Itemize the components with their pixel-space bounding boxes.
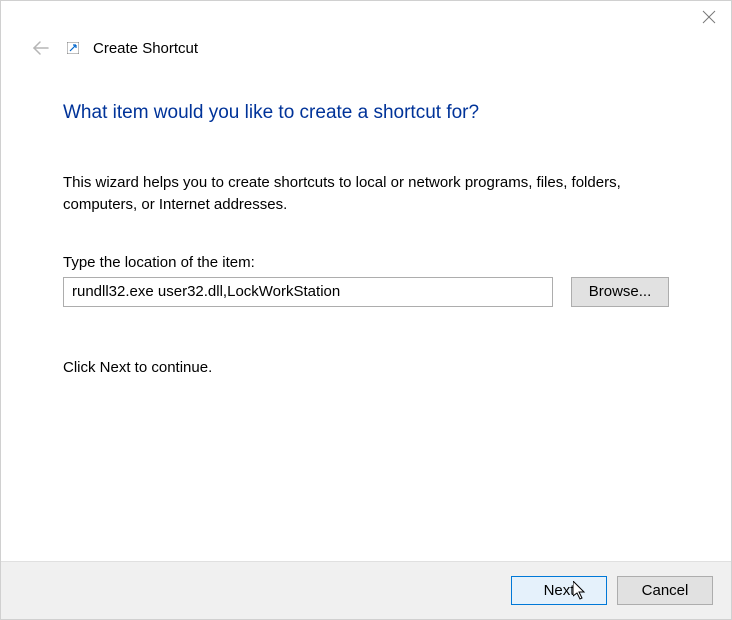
content-area: What item would you like to create a sho… bbox=[1, 58, 731, 561]
dialog-title: Create Shortcut bbox=[93, 40, 198, 57]
wizard-heading: What item would you like to create a sho… bbox=[63, 102, 669, 124]
location-input[interactable] bbox=[63, 277, 553, 307]
cancel-button[interactable]: Cancel bbox=[617, 576, 713, 605]
shortcut-icon bbox=[65, 40, 81, 56]
location-label: Type the location of the item: bbox=[63, 254, 669, 271]
create-shortcut-dialog: Create Shortcut What item would you like… bbox=[0, 0, 732, 620]
back-arrow-icon bbox=[31, 38, 51, 58]
dialog-footer: Next Cancel bbox=[1, 561, 731, 619]
wizard-description: This wizard helps you to create shortcut… bbox=[63, 172, 669, 216]
location-input-row: Browse... bbox=[63, 277, 669, 307]
close-icon[interactable] bbox=[701, 9, 717, 25]
continue-text: Click Next to continue. bbox=[63, 359, 669, 376]
header-row: Create Shortcut bbox=[1, 38, 731, 58]
next-button[interactable]: Next bbox=[511, 576, 607, 605]
titlebar bbox=[1, 1, 731, 41]
browse-button[interactable]: Browse... bbox=[571, 277, 669, 307]
